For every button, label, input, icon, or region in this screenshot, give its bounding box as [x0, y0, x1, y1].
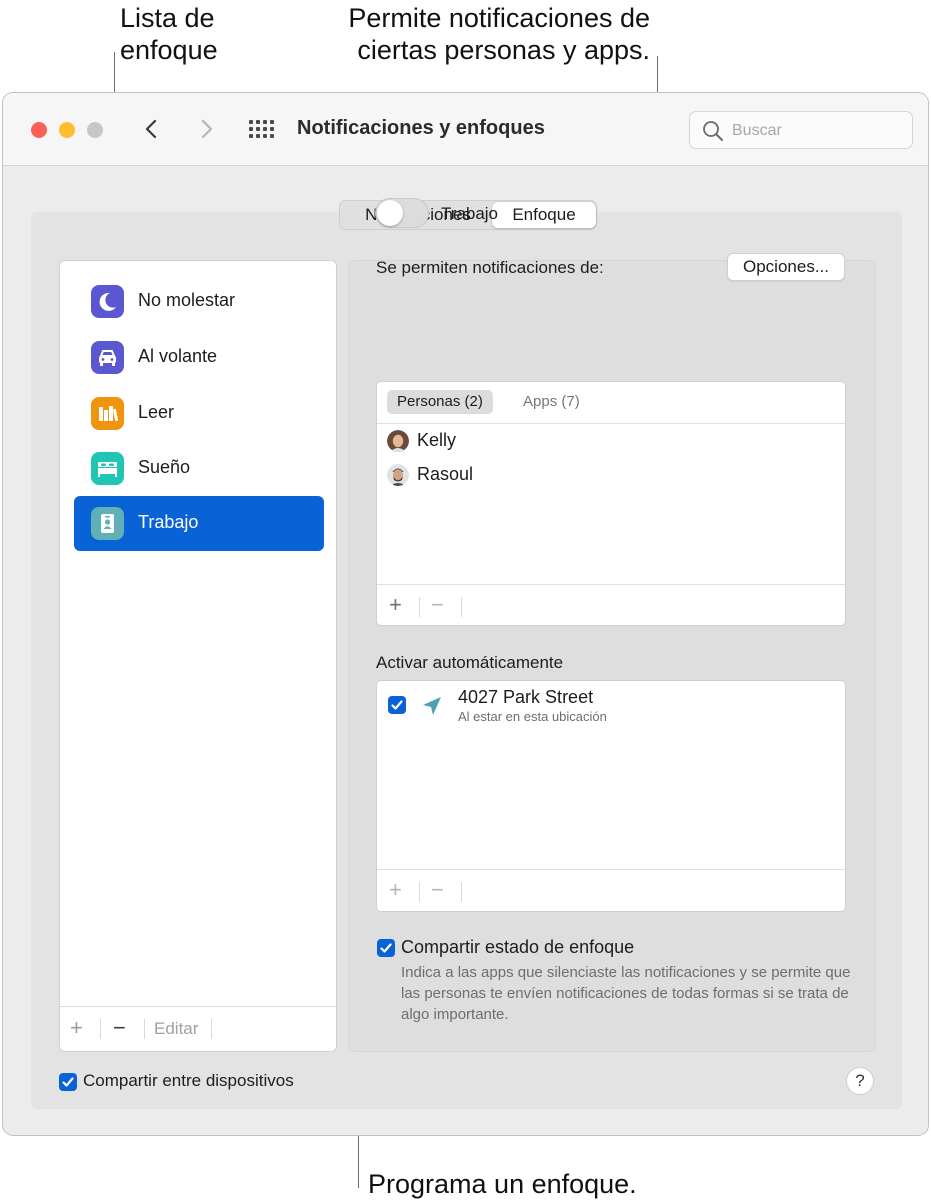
- remove-automation-button[interactable]: −: [431, 877, 444, 903]
- show-all-grid-icon[interactable]: [249, 120, 275, 140]
- focus-item-leer[interactable]: Leer: [74, 386, 324, 441]
- allowed-notifications-label: Se permiten notificaciones de:: [376, 258, 604, 277]
- focus-list: No molestar Al volante Leer Sueño Trabaj…: [59, 260, 337, 1052]
- add-focus-button[interactable]: +: [70, 1015, 83, 1041]
- callout-allow-notifications: Permite notificaciones de ciertas person…: [348, 3, 650, 65]
- focus-item-al-volante[interactable]: Al volante: [74, 330, 324, 385]
- badge-icon: [91, 507, 124, 540]
- share-focus-status-label: Compartir estado de enfoque: [401, 937, 635, 957]
- focus-item-sueno[interactable]: Sueño: [74, 441, 324, 496]
- chevron-left-icon: [145, 119, 157, 139]
- person-name: Rasoul: [417, 464, 474, 484]
- focus-item-no-molestar[interactable]: No molestar: [74, 274, 324, 329]
- tab-personas[interactable]: Personas (2): [387, 390, 493, 414]
- add-person-button[interactable]: +: [389, 592, 402, 618]
- tab-apps[interactable]: Apps (7): [513, 390, 590, 414]
- add-automation-button[interactable]: +: [389, 877, 402, 903]
- avatar: [387, 464, 409, 486]
- automation-enabled-checkbox[interactable]: [388, 696, 406, 714]
- options-button[interactable]: Opciones...: [727, 253, 845, 281]
- title-bar: Notificaciones y enfoques: [3, 93, 928, 166]
- callout-focus-list: Lista de enfoque: [120, 3, 218, 65]
- edit-focus-button[interactable]: Editar: [154, 1019, 198, 1039]
- forward-button[interactable]: [193, 115, 219, 143]
- remove-person-button[interactable]: −: [431, 592, 444, 618]
- people-list-footer: + −: [377, 584, 845, 627]
- search-input[interactable]: [730, 112, 904, 150]
- close-button[interactable]: [31, 122, 47, 138]
- allowed-list-box: Personas (2) Apps (7) Kelly Rasoul + −: [376, 381, 846, 626]
- car-icon: [91, 341, 124, 374]
- zoom-button[interactable]: [87, 122, 103, 138]
- tab-enfoque[interactable]: Enfoque: [492, 202, 596, 228]
- focus-label: Al volante: [138, 346, 218, 366]
- chevron-right-icon: [201, 119, 213, 139]
- focus-item-trabajo[interactable]: Trabajo: [74, 496, 324, 551]
- window-title: Notificaciones y enfoques: [297, 117, 545, 139]
- minimize-button[interactable]: [59, 122, 75, 138]
- books-icon: [91, 397, 124, 430]
- search-icon: [703, 121, 723, 141]
- share-focus-status-description: Indica a las apps que silenciaste las no…: [401, 964, 851, 1023]
- focus-label: Trabajo: [138, 512, 199, 532]
- share-across-devices-label: Compartir entre dispositivos: [83, 1071, 294, 1090]
- divider: [377, 423, 845, 424]
- back-button[interactable]: [139, 115, 165, 143]
- checkmark-icon: [380, 943, 392, 953]
- divider: [461, 882, 462, 902]
- automation-subtitle: Al estar en esta ubicación: [458, 709, 607, 724]
- person-name: Kelly: [417, 430, 457, 450]
- focus-list-footer: + − Editar: [60, 1006, 336, 1051]
- bed-icon: [91, 452, 124, 485]
- divider: [461, 597, 462, 617]
- divider: [144, 1019, 145, 1039]
- avatar: [387, 430, 409, 452]
- toggle-knob: [377, 200, 403, 226]
- focus-label: Leer: [138, 402, 175, 422]
- focus-label: Sueño: [138, 457, 191, 477]
- automation-list-footer: + −: [377, 869, 845, 912]
- moon-icon: [91, 285, 124, 318]
- automation-list-box: 4027 Park Street Al estar en esta ubicac…: [376, 680, 846, 912]
- divider: [419, 597, 420, 617]
- checkmark-icon: [62, 1077, 74, 1087]
- checkmark-icon: [391, 700, 403, 710]
- focus-label: No molestar: [138, 290, 236, 310]
- share-focus-status-checkbox[interactable]: [377, 939, 395, 957]
- auto-activate-label: Activar automáticamente: [376, 653, 564, 672]
- callout-schedule: Programa un enfoque.: [368, 1169, 637, 1199]
- divider: [211, 1019, 212, 1039]
- share-across-devices-checkbox[interactable]: [59, 1073, 77, 1091]
- focus-toggle-label: Trabajo: [441, 204, 499, 223]
- search-field[interactable]: [689, 111, 913, 150]
- remove-focus-button[interactable]: −: [113, 1015, 126, 1041]
- divider: [100, 1019, 101, 1039]
- divider: [419, 882, 420, 902]
- focus-toggle[interactable]: [375, 198, 429, 228]
- location-arrow-icon: [423, 697, 441, 715]
- automation-title: 4027 Park Street: [458, 687, 594, 707]
- preferences-window: Notificaciones y enfoques Notificaciones…: [2, 92, 929, 1136]
- help-button[interactable]: ?: [846, 1067, 874, 1095]
